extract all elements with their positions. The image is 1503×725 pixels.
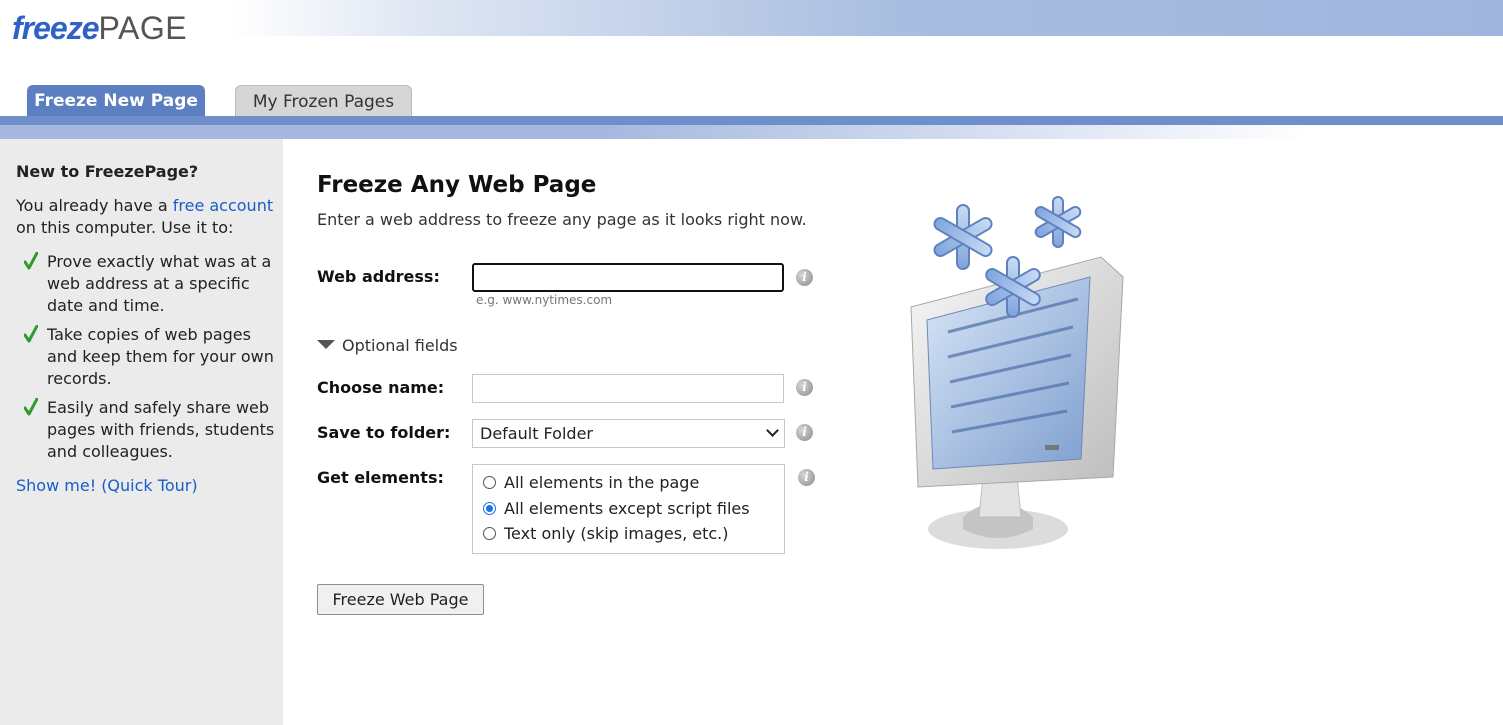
web-address-hint: e.g. www.nytimes.com	[476, 293, 613, 307]
get-elements-group: All elements in the page All elements ex…	[472, 464, 785, 554]
tab-bar-gradient	[0, 125, 1503, 139]
sidebar-intro-prefix: You already have a	[16, 196, 173, 215]
radio-button-selected[interactable]	[483, 502, 496, 515]
info-icon[interactable]: i	[798, 469, 815, 486]
tab-freeze-new-page[interactable]: Freeze New Page	[27, 85, 205, 117]
free-account-link[interactable]: free account	[173, 196, 273, 215]
optional-fields-toggle[interactable]: Optional fields	[317, 336, 458, 355]
page-title: Freeze Any Web Page	[317, 172, 597, 198]
freeze-web-page-button[interactable]: Freeze Web Page	[317, 584, 484, 615]
radio-label: All elements in the page	[504, 473, 700, 492]
info-icon[interactable]: i	[796, 424, 813, 441]
web-address-input[interactable]	[472, 263, 784, 292]
logo-freeze-text: freeze	[12, 10, 99, 46]
choose-name-label: Choose name:	[317, 378, 445, 397]
save-to-folder-label: Save to folder:	[317, 423, 451, 442]
sidebar-intro-suffix: on this computer. Use it to:	[16, 218, 234, 237]
optional-fields-label: Optional fields	[342, 336, 458, 355]
sidebar-heading: New to FreezePage?	[16, 162, 199, 181]
sidebar-intro: You already have a free account on this …	[16, 195, 274, 239]
radio-label: Text only (skip images, etc.)	[504, 524, 729, 543]
radio-button[interactable]	[483, 527, 496, 540]
quick-tour-link[interactable]: Show me! (Quick Tour)	[16, 475, 198, 497]
radio-button[interactable]	[483, 476, 496, 489]
benefit-text: Easily and safely share web pages with f…	[47, 398, 275, 461]
check-icon	[24, 398, 38, 416]
tab-bar-underline	[0, 116, 1503, 125]
radio-option-all-elements[interactable]: All elements in the page	[483, 473, 699, 492]
get-elements-label: Get elements:	[317, 468, 444, 487]
frozen-monitor-illustration	[910, 196, 1124, 549]
main-content: Freeze Any Web Page Enter a web address …	[283, 139, 1503, 725]
info-icon[interactable]: i	[796, 269, 813, 286]
benefit-item: Easily and safely share web pages with f…	[16, 397, 276, 463]
header-band	[0, 0, 1503, 36]
triangle-down-icon	[317, 340, 335, 349]
check-icon	[24, 325, 38, 343]
radio-option-text-only[interactable]: Text only (skip images, etc.)	[483, 524, 729, 543]
web-address-label: Web address:	[317, 267, 440, 286]
radio-option-except-scripts[interactable]: All elements except script files	[483, 499, 750, 518]
save-to-folder-value: Default Folder	[480, 424, 593, 443]
radio-label: All elements except script files	[504, 499, 750, 518]
freezepage-logo[interactable]: freezePAGE	[12, 8, 187, 48]
benefit-item: Prove exactly what was at a web address …	[16, 251, 276, 317]
benefits-list: Prove exactly what was at a web address …	[16, 251, 276, 470]
page-subtitle: Enter a web address to freeze any page a…	[317, 210, 807, 229]
logo-page-text: PAGE	[98, 10, 188, 46]
save-to-folder-select[interactable]: Default Folder	[472, 419, 785, 448]
tab-my-frozen-pages[interactable]: My Frozen Pages	[235, 85, 412, 117]
check-icon	[24, 252, 38, 270]
choose-name-input[interactable]	[472, 374, 784, 403]
info-icon[interactable]: i	[796, 379, 813, 396]
chevron-down-icon	[766, 424, 779, 437]
benefit-text: Prove exactly what was at a web address …	[47, 252, 272, 315]
benefit-text: Take copies of web pages and keep them f…	[47, 325, 274, 388]
sidebar: New to FreezePage? You already have a fr…	[0, 139, 283, 725]
benefit-item: Take copies of web pages and keep them f…	[16, 324, 276, 390]
